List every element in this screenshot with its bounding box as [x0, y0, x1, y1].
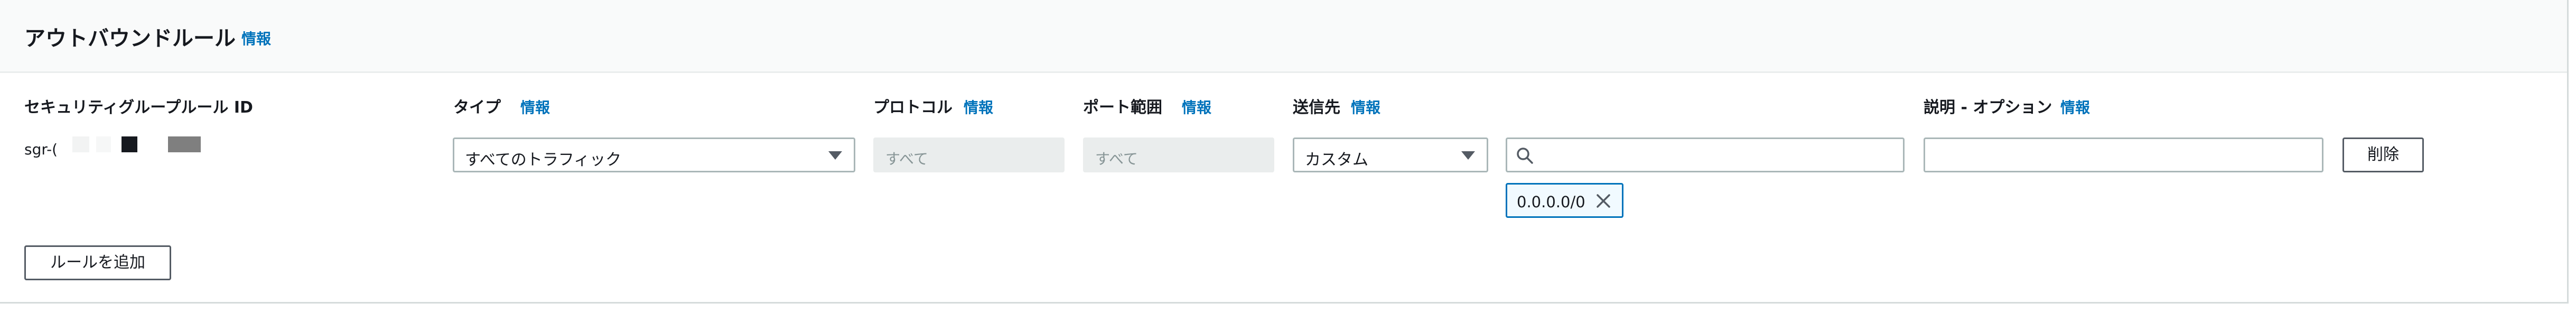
- destination-type-select[interactable]: カスタム: [1293, 137, 1488, 172]
- caret-down-icon: [828, 151, 842, 160]
- add-rule-button[interactable]: ルールを追加: [24, 245, 171, 280]
- port-range-info-link[interactable]: 情報: [1182, 96, 1211, 117]
- destination-column-label: 送信先: [1293, 98, 1340, 117]
- redaction-block: [72, 136, 89, 152]
- redaction-block: [96, 136, 111, 152]
- type-select-value: すべてのトラフィック: [465, 151, 622, 169]
- protocol-column-label: プロトコル: [873, 98, 953, 117]
- close-icon[interactable]: [1594, 192, 1612, 212]
- redaction-block: [122, 136, 137, 152]
- caret-down-icon: [1461, 151, 1475, 160]
- description-column-label: 説明 - オプション: [1924, 98, 2052, 117]
- type-select[interactable]: すべてのトラフィック: [453, 137, 855, 172]
- port-range-value: すべて: [1095, 150, 1138, 168]
- protocol-field: すべて: [873, 137, 1065, 172]
- destination-type-value: カスタム: [1305, 151, 1368, 169]
- port-range-field: すべて: [1083, 137, 1274, 172]
- type-info-link[interactable]: 情報: [520, 96, 550, 117]
- delete-button[interactable]: 削除: [2342, 137, 2424, 172]
- destination-token-label: 0.0.0.0/0: [1517, 193, 1585, 211]
- section-info-link[interactable]: 情報: [241, 27, 271, 49]
- destination-search-input[interactable]: [1506, 137, 1905, 172]
- port-range-column-label: ポート範囲: [1083, 98, 1162, 117]
- protocol-info-link[interactable]: 情報: [964, 96, 993, 117]
- destination-token: 0.0.0.0/0: [1506, 183, 1623, 218]
- search-icon: [1516, 146, 1534, 167]
- description-input[interactable]: [1924, 137, 2323, 172]
- protocol-value: すべて: [885, 150, 928, 168]
- destination-info-link[interactable]: 情報: [1351, 96, 1380, 117]
- panel-header: アウトバウンドルール 情報: [0, 0, 2567, 73]
- redaction-block: [168, 136, 201, 152]
- rule-id-column-label: セキュリティグループルール ID: [24, 98, 253, 117]
- rule-id-value: sgr-(: [24, 141, 58, 158]
- description-info-link[interactable]: 情報: [2060, 96, 2090, 117]
- outbound-rules-panel: アウトバウンドルール 情報 セキュリティグループルール ID タイプ 情報 プロ…: [0, 0, 2569, 304]
- type-column-label: タイプ: [453, 98, 501, 117]
- section-title: アウトバウンドルール: [24, 26, 236, 51]
